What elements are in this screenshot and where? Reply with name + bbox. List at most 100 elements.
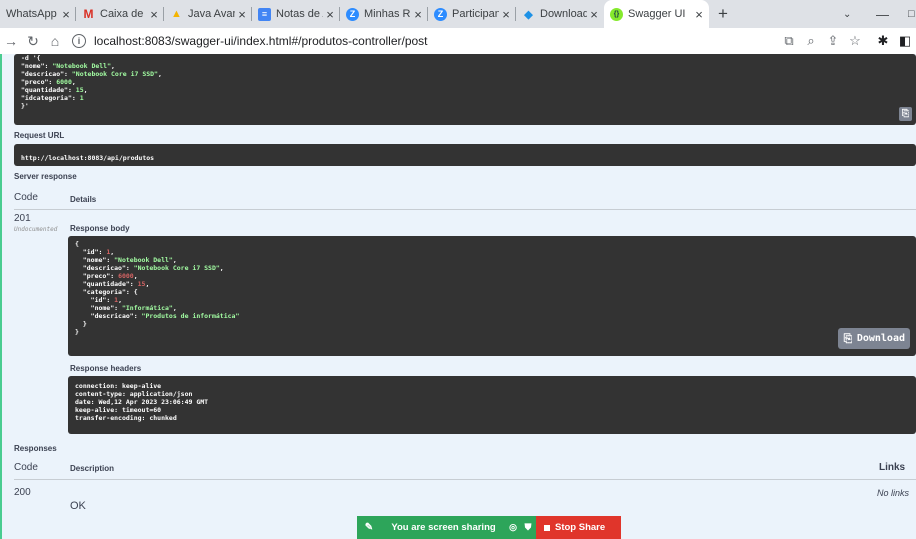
json-brace: } bbox=[75, 328, 79, 336]
stop-icon bbox=[544, 524, 550, 531]
response-body-block: { "id": 1, "nome": "Notebook Dell", "des… bbox=[68, 236, 916, 356]
browser-tab[interactable]: ▲ Java Avançad× bbox=[164, 0, 252, 28]
close-icon[interactable]: × bbox=[411, 7, 425, 22]
chevron-down-icon: ⌄ bbox=[843, 8, 852, 20]
json-key: "preco" bbox=[21, 78, 49, 86]
site-info-icon[interactable]: i bbox=[72, 34, 86, 48]
share-icon[interactable]: ⇪ bbox=[822, 33, 844, 49]
json-number: 15 bbox=[137, 280, 146, 288]
json-string: "Notebook Core i7 SSD" bbox=[133, 264, 220, 272]
browser-tab[interactable]: Z Minhas Reuni× bbox=[340, 0, 428, 28]
responses-divider bbox=[14, 479, 916, 480]
swagger-icon: {} bbox=[610, 7, 623, 21]
close-icon[interactable]: × bbox=[692, 7, 706, 22]
code-column-header: Code bbox=[14, 192, 38, 203]
home-icon[interactable]: ⌂ bbox=[44, 33, 66, 49]
header-line: transfer-encoding: chunked bbox=[75, 414, 177, 422]
maximize-icon: □ bbox=[908, 8, 915, 20]
tab-label: Swagger UI bbox=[628, 8, 686, 20]
json-value: 15 bbox=[75, 86, 84, 94]
gmail-icon: M bbox=[83, 7, 94, 21]
json-brace: { bbox=[133, 288, 138, 296]
json-key: "nome" bbox=[21, 62, 45, 70]
new-tab-icon[interactable]: + bbox=[709, 0, 737, 28]
tab-label: Caixa de entr bbox=[100, 8, 147, 20]
json-value: "Notebook Core i7 SSD" bbox=[71, 70, 158, 78]
curl-line: }' bbox=[21, 102, 29, 110]
json-number: 1 bbox=[106, 248, 111, 256]
response-row-links: No links bbox=[877, 488, 910, 498]
json-string: "Produtos de informática" bbox=[141, 312, 240, 320]
json-key: "descricao" bbox=[90, 312, 134, 320]
address-bar[interactable]: i localhost:8083/swagger-ui/index.html#/… bbox=[66, 30, 778, 52]
response-row-description: OK bbox=[70, 500, 86, 512]
close-icon[interactable]: × bbox=[323, 7, 337, 22]
install-app-icon[interactable]: ⧉ bbox=[778, 33, 800, 49]
browser-tab[interactable]: WhatsApp × bbox=[0, 0, 76, 28]
json-key: "quantidade" bbox=[21, 86, 68, 94]
minimize-window-button[interactable]: — bbox=[876, 0, 889, 28]
details-column-header: Details bbox=[70, 195, 97, 204]
response-headers-block: connection: keep-alive content-type: app… bbox=[68, 376, 916, 434]
security-shield-icon[interactable]: ⛊ bbox=[520, 522, 536, 533]
copy-to-clipboard-icon[interactable]: ⎘ bbox=[899, 107, 912, 121]
responses-title: Responses bbox=[14, 444, 57, 453]
json-key: "preco" bbox=[82, 272, 111, 280]
server-response-title: Server response bbox=[14, 172, 77, 181]
browser-tab[interactable]: Z Participante d× bbox=[428, 0, 516, 28]
response-code-note: Undocumented bbox=[14, 226, 58, 233]
close-icon[interactable]: × bbox=[59, 7, 73, 22]
side-panel-icon[interactable]: ◧ bbox=[894, 33, 916, 49]
tab-label: Download Do bbox=[540, 8, 587, 20]
header-line: content-type: application/json bbox=[75, 390, 193, 398]
stop-share-button[interactable]: Stop Share bbox=[536, 516, 621, 539]
json-key: "quantidade" bbox=[82, 280, 130, 288]
json-key: "categoria" bbox=[82, 288, 126, 296]
bookmark-star-icon[interactable]: ☆ bbox=[844, 33, 866, 49]
close-icon[interactable]: × bbox=[587, 7, 601, 22]
stop-share-label: Stop Share bbox=[555, 522, 606, 533]
browser-tab[interactable]: ◆ Download Do× bbox=[516, 0, 604, 28]
curl-line: -d '{ bbox=[21, 54, 41, 62]
json-string: "Informática" bbox=[121, 304, 173, 312]
json-brace: { bbox=[75, 240, 79, 248]
request-url-label: Request URL bbox=[14, 131, 65, 140]
response-row-code: 200 bbox=[14, 487, 31, 498]
back-icon[interactable]: → bbox=[0, 33, 22, 49]
drag-handle-icon[interactable]: ✎ bbox=[357, 522, 381, 533]
pause-share-icon[interactable]: ◎ bbox=[506, 522, 520, 533]
header-line: connection: keep-alive bbox=[75, 382, 162, 390]
json-key: "descricao" bbox=[21, 70, 65, 78]
maximize-button[interactable]: □ bbox=[908, 0, 915, 28]
close-icon[interactable]: × bbox=[235, 7, 249, 22]
browser-tab[interactable]: ≡ Notas de Aul× bbox=[252, 0, 340, 28]
json-key: "nome" bbox=[82, 256, 107, 264]
browser-tab[interactable]: {} Swagger UI × bbox=[604, 0, 709, 28]
extensions-icon[interactable]: ✱ bbox=[872, 33, 894, 49]
browser-tab[interactable]: M Caixa de entr× bbox=[76, 0, 164, 28]
request-url-box: http://localhost:8083/api/produtos bbox=[14, 144, 916, 166]
header-line: keep-alive: timeout=60 bbox=[75, 406, 162, 414]
tab-label: Java Avançad bbox=[188, 8, 235, 20]
google-docs-icon: ≡ bbox=[258, 7, 271, 21]
tab-label: Minhas Reuni bbox=[364, 8, 411, 20]
zoom-icon[interactable]: ⌕ bbox=[800, 33, 822, 49]
screen-share-status-text: You are screen sharing bbox=[391, 522, 496, 533]
tab-label: Notas de Aul bbox=[276, 8, 323, 20]
close-icon[interactable]: × bbox=[499, 7, 513, 22]
close-icon[interactable]: × bbox=[147, 7, 161, 22]
download-button[interactable]: Download bbox=[851, 328, 910, 349]
response-code: 201 bbox=[14, 213, 31, 224]
swagger-page: -d '{ "nome": "Notebook Dell", "descrica… bbox=[0, 54, 916, 539]
address-url: localhost:8083/swagger-ui/index.html#/pr… bbox=[94, 34, 428, 48]
zoom-icon: Z bbox=[346, 7, 359, 21]
screen-share-bar: ✎ You are screen sharing ◎ ⛊ Stop Share bbox=[357, 516, 621, 539]
response-headers-label: Response headers bbox=[70, 364, 142, 373]
header-divider bbox=[14, 209, 916, 210]
browser-toolbar: → ↻ ⌂ i localhost:8083/swagger-ui/index.… bbox=[0, 28, 916, 54]
minimize-button[interactable]: ⌄ bbox=[843, 0, 851, 28]
screen-share-status: ✎ You are screen sharing ◎ ⛊ bbox=[357, 516, 536, 539]
docker-icon: ◆ bbox=[524, 8, 533, 21]
reload-icon[interactable]: ↻ bbox=[22, 33, 44, 50]
tab-label: Participante d bbox=[452, 8, 499, 20]
